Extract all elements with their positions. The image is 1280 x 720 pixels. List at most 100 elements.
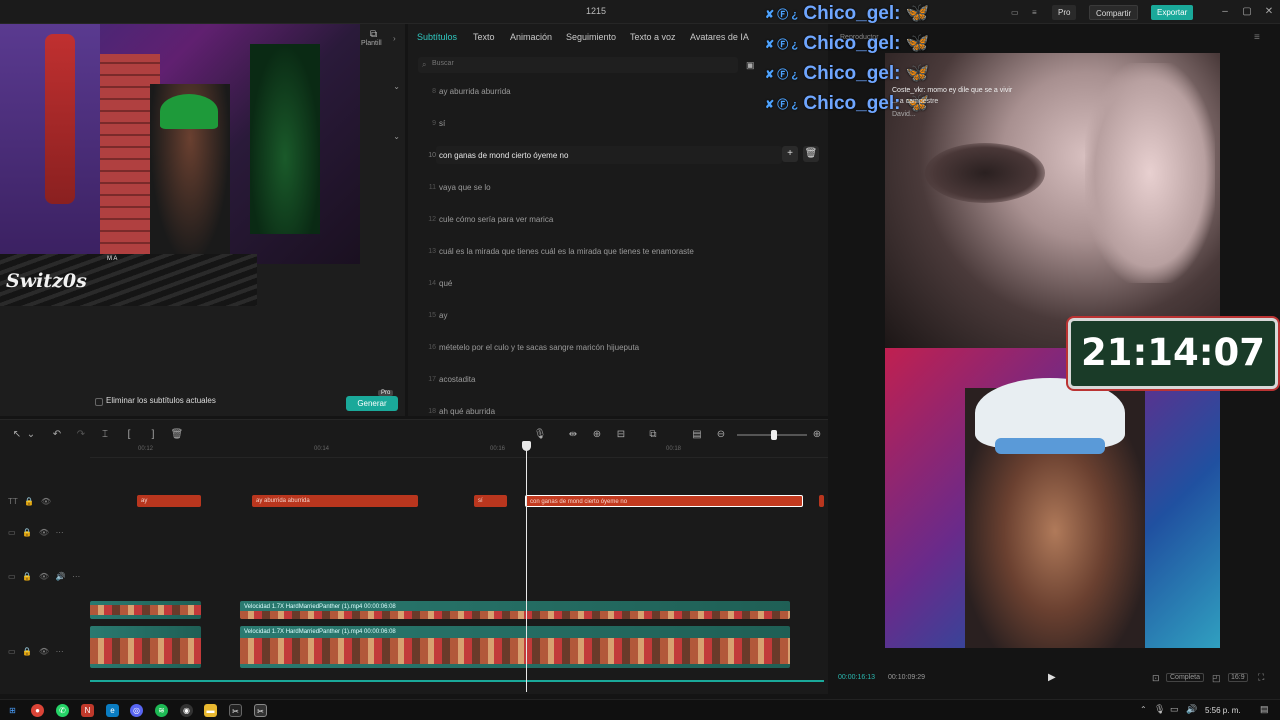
snapshot-icon[interactable]: ◰ [1212,673,1221,684]
chevron-down-icon[interactable]: ⌄ [365,82,400,100]
image-icon[interactable]: ▣ [746,60,755,71]
pro-badge[interactable]: Pro [1052,5,1077,20]
generate-pro-badge: Pro [378,390,394,396]
redo-icon[interactable]: ↷ [74,428,88,442]
minimize-icon[interactable]: – [1214,5,1236,19]
spotify-icon[interactable]: ≋ [155,704,168,717]
collapse-icon[interactable]: › [393,34,396,43]
subtitle-clip-selected[interactable]: con ganas de mond cierto óyeme no [525,495,803,507]
select-tool-icon[interactable]: ↖ [10,428,24,442]
chevron-down-icon[interactable]: ⌄ [24,428,38,442]
menu-icon[interactable]: ≡ [1026,5,1040,20]
subtitle-row[interactable]: 13 cuál es la mirada que tienes cuál es l… [418,238,822,270]
erase-checkbox[interactable] [95,398,103,406]
delete-icon[interactable]: 🗑 [170,428,184,442]
align-icon[interactable]: ⊟ [614,428,628,442]
export-button[interactable]: Exportar [1151,5,1194,20]
search-input[interactable] [432,60,732,67]
taskbar: ⊞ ● ✆ N e ◎ ≋ ◉ ▬ ✂ ✂ ⌃ 🎙 ▭ 🔊 5:56 p. m.… [0,699,1280,720]
snap-icon[interactable]: ⊕ [590,428,604,442]
video-clip[interactable] [90,626,201,668]
subtitle-row[interactable]: 9 sí [418,110,822,142]
subtitle-clip[interactable]: sí [474,495,507,507]
text-track-controls[interactable]: TT 🔒 👁 [8,497,51,506]
chat-overlay-line: ✘ Ⓕ ¿ Chico_gel: 🦋 [765,31,929,55]
capcut-icon[interactable]: ✂ [229,704,242,717]
video-clip[interactable]: Velocidad 1.7X HardMarriedPanther (1).mp… [240,601,790,619]
caption-icon[interactable]: ▤ [690,428,704,442]
subtitle-row[interactable]: 16 métetelo por el culo y te sacas sangre… [418,334,822,366]
preview-axis-icon[interactable]: ⧉ [646,428,660,442]
subtitle-number: 18 [428,408,436,415]
play-icon[interactable]: ▶ [1048,672,1056,683]
news-icon[interactable]: N [81,704,94,717]
zoom-slider-handle[interactable] [771,430,777,440]
subtitle-row[interactable]: 17 acostadita [418,366,822,398]
capcut-active-icon[interactable]: ✂ [254,704,267,717]
subtitle-row[interactable]: 11 vaya que se lo [418,174,822,206]
playhead[interactable] [526,442,527,692]
santa-hat [160,94,218,129]
notifications-icon[interactable]: ▤ [1260,704,1269,715]
network-icon[interactable]: ▭ [1170,704,1179,715]
layout-icon[interactable]: ▭ [1005,5,1019,20]
chrome-icon[interactable]: ● [31,704,44,717]
time-ruler[interactable]: 00:12 00:14 00:16 00:18 [90,444,828,458]
trim-left-icon[interactable]: [ [122,428,136,442]
tab-ai-avatars[interactable]: Avatares de IA [690,32,749,42]
subtitle-row-active[interactable]: 10 con ganas de mond cierto óyeme no + 🗑 [418,142,822,174]
add-subtitle-icon[interactable]: + [782,146,798,162]
tab-subtitles[interactable]: Subtítulos [417,32,457,42]
playhead-handle[interactable] [522,441,531,451]
discord-icon[interactable]: ◎ [130,704,143,717]
share-button[interactable]: Compartir [1089,5,1139,20]
ratio-button[interactable]: 16:9 [1228,673,1248,682]
subtitle-row[interactable]: 18 ah qué aburrida [418,398,822,416]
chevron-down-icon[interactable]: ⌄ [365,132,400,150]
tab-tracking[interactable]: Seguimiento [566,32,616,42]
obs-icon[interactable]: ◉ [180,704,193,717]
link-icon[interactable]: ⇹ [566,428,580,442]
subtitle-row[interactable]: 8 ay aburrida aburrida [418,78,822,110]
subtitle-row[interactable]: 12 cule cómo sería para ver marica [418,206,822,238]
full-quality-button[interactable]: Completa [1166,673,1204,682]
crop-icon[interactable]: ⊡ [1152,673,1160,684]
delete-subtitle-icon[interactable]: 🗑 [803,146,819,162]
undo-icon[interactable]: ↶ [50,428,64,442]
tab-animation[interactable]: Animación [510,32,552,42]
subtitle-row[interactable]: 14 qué [418,270,822,302]
generate-label: Generar [357,399,387,408]
zoom-out-icon[interactable]: ⊖ [714,428,728,442]
video-clip[interactable]: Velocidad 1.7X HardMarriedPanther (1).mp… [240,626,790,668]
share-label: Compartir [1096,9,1132,18]
subtitle-clip[interactable]: ay aburrida aburrida [252,495,418,507]
trim-right-icon[interactable]: ] [146,428,160,442]
subtitle-number: 8 [432,88,436,95]
tray-chevron-icon[interactable]: ⌃ [1140,705,1147,714]
track-controls[interactable]: ▭ 🔒 👁 ⋯ [8,528,64,537]
folder-icon[interactable]: ▬ [204,704,217,717]
maximize-icon[interactable]: ▢ [1236,5,1258,19]
windows-icon[interactable]: ⊞ [6,704,19,717]
fullscreen-icon[interactable]: ⛶ [1258,672,1264,683]
tab-text[interactable]: Texto [473,32,495,42]
audio-track-controls[interactable]: ▭ 🔒 👁 🔊 ⋯ [8,572,80,581]
subtitle-row[interactable]: 15 ay [418,302,822,334]
video-clip[interactable] [90,601,201,619]
generate-button[interactable]: Generar [346,396,398,411]
tab-text-to-speech[interactable]: Texto a voz [630,32,676,42]
microphone-tray-icon[interactable]: 🎙 [1154,704,1165,715]
split-icon[interactable]: ⌶ [98,428,112,442]
zoom-in-icon[interactable]: ⊕ [810,428,824,442]
subtitle-clip[interactable] [819,495,824,507]
video-track-controls[interactable]: ▭ 🔒 👁 ⋯ [8,647,64,656]
close-icon[interactable]: ✕ [1258,5,1280,19]
volume-icon[interactable]: 🔊 [1186,704,1197,715]
subtitle-clip[interactable]: ay [137,495,201,507]
microphone-icon[interactable]: 🎙 [533,428,547,442]
whatsapp-icon[interactable]: ✆ [56,704,69,717]
edge-icon[interactable]: e [106,704,119,717]
templates-icon[interactable]: ⧉ [370,29,377,40]
cap-brim [995,438,1105,454]
player-menu-icon[interactable]: ≡ [1254,32,1260,43]
